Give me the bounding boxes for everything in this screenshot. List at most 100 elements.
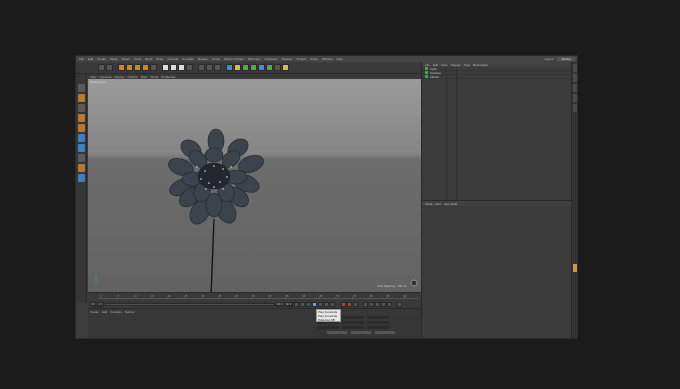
- autokeying-icon[interactable]: [346, 301, 352, 307]
- redo-icon[interactable]: [106, 64, 113, 71]
- cube-icon[interactable]: [226, 64, 233, 71]
- rotation-key-icon[interactable]: [374, 301, 380, 307]
- material-menu-texture[interactable]: Texture: [125, 310, 135, 314]
- menu-mode[interactable]: Mode: [110, 57, 118, 61]
- om-menu-view[interactable]: View: [441, 63, 447, 67]
- x-axis-icon[interactable]: [162, 64, 169, 71]
- am-menu-mode[interactable]: Mode: [425, 202, 433, 206]
- move-icon[interactable]: [126, 64, 133, 71]
- object-row[interactable]: Flower: [422, 75, 571, 79]
- point-level-key-icon[interactable]: [386, 301, 392, 307]
- record-active-objects-icon[interactable]: [340, 301, 346, 307]
- menu-sculpt[interactable]: Sculpt: [212, 57, 220, 61]
- menu-motion-tracker[interactable]: Motion Tracker: [224, 57, 244, 61]
- material-menu-function[interactable]: Function: [110, 310, 122, 314]
- menu-file[interactable]: File: [79, 57, 84, 61]
- viewport-menu-cameras[interactable]: Cameras: [99, 75, 111, 79]
- menu-mesh[interactable]: Mesh: [145, 57, 152, 61]
- scale-icon[interactable]: [134, 64, 141, 71]
- viewport-menu-display[interactable]: Display: [115, 75, 125, 79]
- structure-tab[interactable]: [573, 94, 577, 102]
- menu-character[interactable]: Character: [265, 57, 278, 61]
- render-settings-icon[interactable]: [214, 64, 221, 71]
- scale-key-icon[interactable]: [368, 301, 374, 307]
- points-mode-icon[interactable]: [77, 114, 85, 122]
- preview-max-field[interactable]: 90 F: [275, 301, 284, 307]
- previous-key-icon[interactable]: [299, 301, 305, 307]
- am-menu-user-data[interactable]: User Data: [444, 202, 458, 206]
- coord-position-z-field[interactable]: [317, 325, 339, 329]
- menu-window[interactable]: Window: [322, 57, 333, 61]
- preview-min-field[interactable]: 0 F: [97, 301, 104, 307]
- parameter-key-icon[interactable]: [380, 301, 386, 307]
- om-menu-objects[interactable]: Objects: [450, 63, 460, 67]
- play-forwards-icon[interactable]: [311, 301, 317, 307]
- position-key-icon[interactable]: [362, 301, 368, 307]
- pen-icon[interactable]: [234, 64, 241, 71]
- render-view-icon[interactable]: [198, 64, 205, 71]
- deformer-icon[interactable]: [258, 64, 265, 71]
- viewport-menu-options[interactable]: Options: [127, 75, 137, 79]
- go-to-end-icon[interactable]: [329, 301, 335, 307]
- coord-rotation-p-field[interactable]: [367, 320, 389, 324]
- menu-snap[interactable]: Snap: [156, 57, 163, 61]
- viewport-menu-prorender[interactable]: ProRender: [161, 75, 176, 79]
- array-icon[interactable]: [250, 64, 257, 71]
- start-frame-field[interactable]: 0 F: [90, 301, 97, 307]
- material-menu-create[interactable]: Create: [90, 310, 99, 314]
- menu-edit[interactable]: Edit: [88, 57, 93, 61]
- menu-simulate[interactable]: Simulate: [182, 57, 194, 61]
- menu-help[interactable]: Help: [337, 57, 343, 61]
- viewport-menu-view[interactable]: View: [90, 75, 96, 79]
- coord-object-dropdown[interactable]: [327, 331, 347, 334]
- workplane-icon[interactable]: [77, 174, 85, 182]
- coord-size-z-field[interactable]: [342, 325, 364, 329]
- coord-size-dropdown[interactable]: [351, 331, 371, 334]
- menu-select[interactable]: Select: [122, 57, 130, 61]
- texture-mode-icon[interactable]: [77, 104, 85, 112]
- live-selection-icon[interactable]: [118, 64, 125, 71]
- previous-frame-icon[interactable]: [305, 301, 311, 307]
- menu-animate[interactable]: Animate: [167, 57, 178, 61]
- coordinate-system-icon[interactable]: [186, 64, 193, 71]
- menu-mograph[interactable]: MoGraph: [248, 57, 261, 61]
- undo-icon[interactable]: [98, 64, 105, 71]
- light-icon[interactable]: [282, 64, 289, 71]
- viewport-menu-filter[interactable]: Filter: [141, 75, 148, 79]
- enable-axis-icon[interactable]: [77, 144, 85, 152]
- perspective-viewport[interactable]: Perspective Grid Spacing: 100 cm: [88, 79, 421, 292]
- attributes-tab[interactable]: [573, 264, 577, 272]
- menu-tools[interactable]: Tools: [134, 57, 141, 61]
- menu-script[interactable]: Script: [310, 57, 318, 61]
- next-frame-icon[interactable]: [317, 301, 323, 307]
- preview-range-slider[interactable]: [104, 302, 275, 306]
- timeline-ruler[interactable]: 0 5 10 15 20 25 30 35 40 45 50 55 60 65 70 75 80 85 90: [98, 294, 418, 299]
- end-frame-field[interactable]: 90 F: [284, 301, 293, 307]
- menu-plugins[interactable]: Plugins: [296, 57, 306, 61]
- menu-pipeline[interactable]: Pipeline: [282, 57, 293, 61]
- soft-selection-icon[interactable]: [77, 154, 85, 162]
- material-menu-edit[interactable]: Edit: [102, 310, 107, 314]
- coord-rotation-h-field[interactable]: [367, 315, 389, 319]
- om-menu-bookmarks[interactable]: Bookmarks: [473, 63, 488, 67]
- y-axis-icon[interactable]: [170, 64, 177, 71]
- go-to-start-icon[interactable]: [293, 301, 299, 307]
- navigation-icon[interactable]: [410, 279, 418, 287]
- coord-apply-button[interactable]: [375, 331, 395, 334]
- keyframe-selection-icon[interactable]: [352, 301, 358, 307]
- am-menu-edit[interactable]: Edit: [436, 202, 441, 206]
- content-browser-tab[interactable]: [573, 84, 577, 92]
- layout-select[interactable]: Startup: [557, 57, 575, 61]
- layers-tab[interactable]: [573, 104, 577, 112]
- edges-mode-icon[interactable]: [77, 124, 85, 132]
- coord-rotation-b-field[interactable]: [367, 325, 389, 329]
- snapping-icon[interactable]: [77, 164, 85, 172]
- z-axis-icon[interactable]: [178, 64, 185, 71]
- timeline-window-icon[interactable]: [396, 301, 402, 307]
- coord-size-x-field[interactable]: [342, 315, 364, 319]
- menu-render[interactable]: Render: [198, 57, 208, 61]
- subdivision-icon[interactable]: [242, 64, 249, 71]
- takes-tab[interactable]: [573, 74, 577, 82]
- model-mode-icon[interactable]: [77, 94, 85, 102]
- recent-tool-icon[interactable]: [150, 64, 157, 71]
